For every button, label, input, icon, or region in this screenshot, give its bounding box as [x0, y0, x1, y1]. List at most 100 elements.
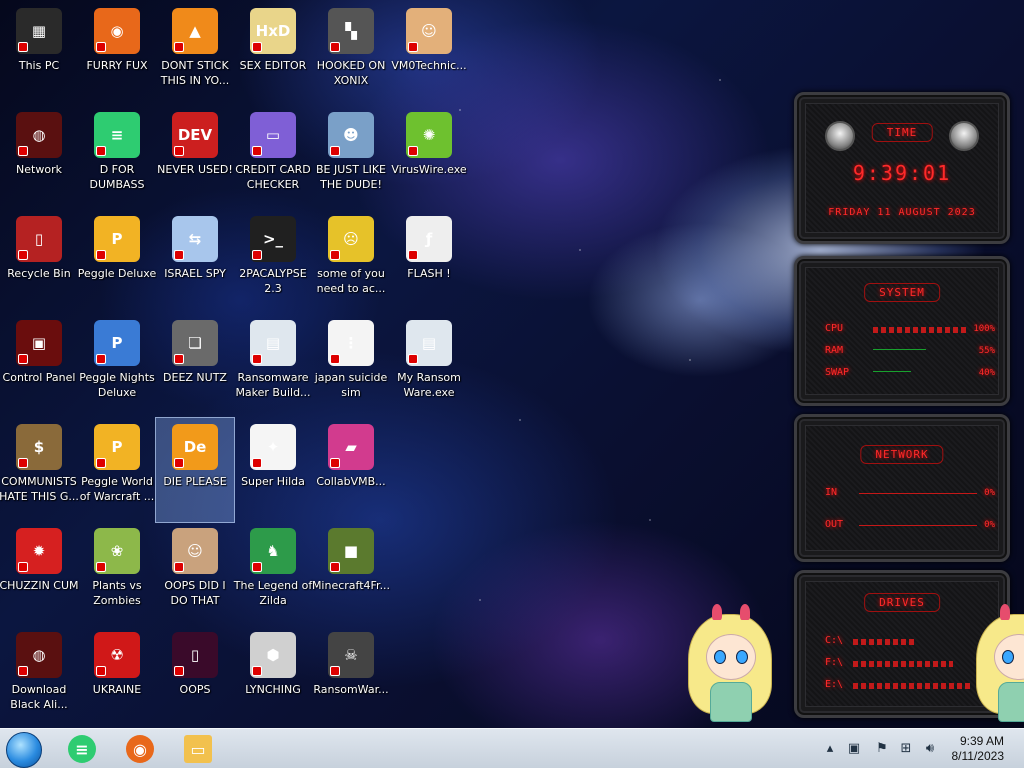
security-flag-icon[interactable]: ⚑: [874, 741, 890, 757]
desktop-icon-image: ☠: [328, 632, 374, 678]
desktop-icon[interactable]: ƒ FLASH !: [390, 210, 468, 314]
ethernet-icon[interactable]: ⊞: [898, 741, 914, 757]
desktop-icon-image: P: [94, 216, 140, 262]
desktop-icon-image: ☺: [406, 8, 452, 54]
desktop-icon-label: OOPS: [179, 683, 211, 696]
volume-icon[interactable]: 🔊︎: [922, 741, 938, 757]
desktop-icon-label: Control Panel: [2, 371, 76, 384]
shortcut-arrow-icon: [252, 666, 262, 676]
shortcut-arrow-icon: [330, 354, 340, 364]
shortcut-arrow-icon: [330, 146, 340, 156]
desktop-icon-image: P: [94, 320, 140, 366]
desktop-icon[interactable]: HxD SEX EDITOR: [234, 2, 312, 106]
desktop-icon-image: ▭: [250, 112, 296, 158]
desktop-icon[interactable]: ◍ Download Black Ali...: [0, 626, 78, 730]
taskbar-clock[interactable]: 9:39 AM 8/11/2023: [952, 734, 1005, 764]
desktop-icon[interactable]: ▯ Recycle Bin: [0, 210, 78, 314]
desktop-icon-image: ▤: [250, 320, 296, 366]
desktop-icon-grid: ▦ This PC ◉ FURRY FUX ▲ DONT STICK THIS IN YO…: [0, 0, 780, 728]
desktop-icon[interactable]: ⇆ ISRAEL SPY: [156, 210, 234, 314]
desktop-icon[interactable]: ❏ DEEZ NUTZ: [156, 314, 234, 418]
desktop-icon[interactable]: ⬢ LYNCHING: [234, 626, 312, 730]
desktop-icon[interactable]: ☻ BE JUST LIKE THE DUDE!: [312, 106, 390, 210]
network-widget: NETWORK IN 0% OUT 0%: [794, 414, 1010, 562]
network-in-graph: [859, 493, 977, 494]
desktop-icon-label: VirusWire.exe: [391, 163, 467, 176]
desktop-icon[interactable]: ✹ CHUZZIN CUM: [0, 522, 79, 626]
shortcut-arrow-icon: [330, 42, 340, 52]
desktop-icon-label: HOOKED ON XONIX: [316, 59, 386, 87]
shortcut-arrow-icon: [96, 458, 106, 468]
desktop-icon[interactable]: ▤ My Ransom Ware.exe: [390, 314, 468, 418]
desktop-icon[interactable]: ▣ Control Panel: [0, 314, 78, 418]
desktop-icon-label: D FOR DUMBASS: [89, 163, 145, 191]
desktop-icon[interactable]: ◉ FURRY FUX: [78, 2, 156, 106]
shortcut-arrow-icon: [96, 42, 106, 52]
shortcut-arrow-icon: [330, 458, 340, 468]
desktop-icon[interactable]: ▰ CollabVMB...: [312, 418, 390, 522]
shortcut-arrow-icon: [18, 562, 28, 572]
desktop-icon[interactable]: ≡ D FOR DUMBASS: [78, 106, 156, 210]
desktop-icon[interactable]: ☠ RansomWar...: [312, 626, 390, 730]
taskbar-file-explorer-button[interactable]: ▭: [178, 733, 218, 765]
drive-e-label: E:\: [825, 679, 844, 690]
desktop-icon[interactable]: P Peggle World of Warcraft ...: [78, 418, 156, 522]
drive-e-bar: [853, 683, 973, 689]
taskbar-firefox-button[interactable]: ◉: [120, 733, 160, 765]
desktop-icon-image: ▤: [406, 320, 452, 366]
system-ram-bar: [873, 349, 926, 350]
shortcut-arrow-icon: [18, 458, 28, 468]
desktop-icon[interactable]: ▯ OOPS: [156, 626, 234, 730]
desktop-icon-label: DIE PLEASE: [163, 475, 227, 488]
desktop-icon-label: COMMUNISTS HATE THIS G...: [0, 475, 79, 503]
drives-widget-title: DRIVES: [864, 593, 940, 612]
desktop-icon[interactable]: ❀ Plants vs Zombies: [78, 522, 156, 626]
desktop-icon[interactable]: ☹ some of you need to ac...: [312, 210, 390, 314]
desktop-icon[interactable]: ⋮ japan suicide sim: [312, 314, 390, 418]
desktop-icon[interactable]: ▦ This PC: [0, 2, 78, 106]
desktop-icon-label: Ransomware Maker Build...: [235, 371, 311, 399]
desktop-icon[interactable]: ☢ UKRAINE: [78, 626, 156, 730]
desktop-icon[interactable]: >_ 2PACALYPSE 2.3: [234, 210, 312, 314]
desktop-icon[interactable]: ▚ HOOKED ON XONIX: [312, 2, 390, 106]
desktop-icon-label: Plants vs Zombies: [92, 579, 142, 607]
desktop-icon-label: UKRAINE: [92, 683, 142, 696]
network-tray-icon[interactable]: ▣: [846, 741, 862, 757]
system-cpu-bar: [873, 327, 969, 333]
desktop-icon[interactable]: P Peggle Deluxe: [78, 210, 156, 314]
cartoon-character-image: [682, 604, 778, 724]
desktop-icon-label: CREDIT CARD CHECKER: [235, 163, 311, 191]
desktop-icon[interactable]: ◍ Network: [0, 106, 78, 210]
desktop-icon[interactable]: ■ Minecraft4Fr...: [312, 522, 390, 626]
desktop-icon[interactable]: DEV NEVER USED!: [156, 106, 234, 210]
desktop-icon[interactable]: ✺ VirusWire.exe: [390, 106, 468, 210]
desktop-icon[interactable]: ▲ DONT STICK THIS IN YO...: [156, 2, 234, 106]
shortcut-arrow-icon: [96, 354, 106, 364]
desktop-icon[interactable]: ✦ Super Hilda: [234, 418, 312, 522]
network-in-value: 0%: [984, 488, 995, 498]
desktop-icon[interactable]: P Peggle Nights Deluxe: [78, 314, 156, 418]
desktop-icon[interactable]: ☺ VM0Technic...: [390, 2, 468, 106]
desktop-icon[interactable]: ▭ CREDIT CARD CHECKER: [234, 106, 312, 210]
system-cpu-value: 100%: [973, 324, 995, 334]
desktop-icon-image: ▲: [172, 8, 218, 54]
desktop-icon[interactable]: ♞ The Legend of Zilda: [234, 522, 312, 626]
drive-c-label: C:\: [825, 635, 844, 646]
desktop-icon[interactable]: $ COMMUNISTS HATE THIS G...: [0, 418, 79, 522]
time-widget-clock: 9:39:01: [852, 161, 952, 185]
shortcut-arrow-icon: [174, 354, 184, 364]
shortcut-arrow-icon: [252, 562, 262, 572]
desktop-icon[interactable]: De DIE PLEASE: [155, 417, 235, 523]
desktop-icon-image: ▯: [172, 632, 218, 678]
desktop-icon-image: ⇆: [172, 216, 218, 262]
desktop-icon-label: SEX EDITOR: [239, 59, 307, 72]
desktop-icon-image: ▯: [16, 216, 62, 262]
start-button[interactable]: [6, 732, 42, 768]
desktop-icon-label: Peggle Deluxe: [77, 267, 157, 280]
desktop-icon[interactable]: ▤ Ransomware Maker Build...: [234, 314, 312, 418]
desktop-icon-label: Peggle Nights Deluxe: [79, 371, 155, 399]
system-swap-value: 40%: [978, 368, 995, 378]
taskbar-spotify-button[interactable]: ≡: [62, 733, 102, 765]
desktop-icon[interactable]: ☺ OOPS DID I DO THAT: [156, 522, 234, 626]
show-hidden-icons-chevron-icon[interactable]: ▴: [822, 741, 838, 757]
